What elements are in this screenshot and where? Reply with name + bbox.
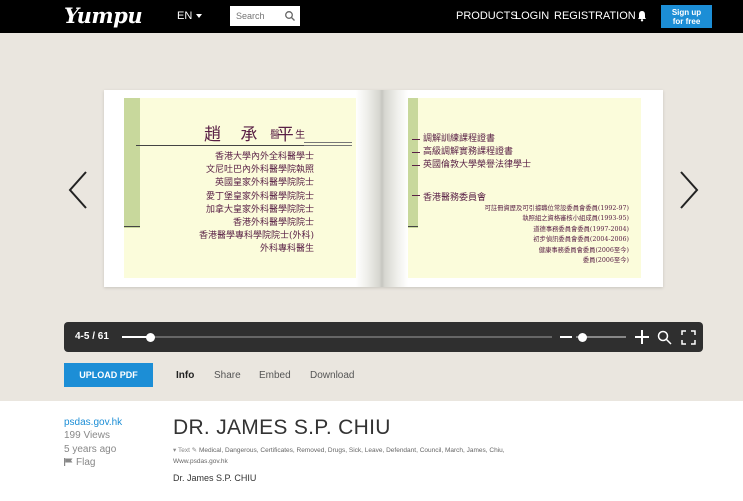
book-spine	[356, 90, 408, 287]
committee-item: 可註冊資歷及可引據職位常設委員會委員(1992-97)	[484, 205, 629, 212]
publisher-link[interactable]: psdas.gov.hk	[64, 417, 122, 428]
credentials-list: 香港大學內外全科醫學士 文尼吐巴內外科醫學院執照 英國皇家外科醫學院院士 愛丁堡…	[199, 151, 314, 257]
next-page-arrow-icon[interactable]	[677, 170, 701, 210]
signup-line-1: Sign up	[671, 8, 702, 17]
language-label: EN	[177, 10, 193, 22]
flag-link[interactable]: Flag	[64, 457, 95, 468]
page-slider-track[interactable]	[122, 336, 552, 338]
tab-embed[interactable]: Embed	[259, 370, 291, 381]
prev-page-arrow-icon[interactable]	[66, 170, 90, 210]
nav-products[interactable]: PRODUCTS	[456, 10, 518, 22]
search-box[interactable]	[230, 6, 300, 26]
page-indicator: 4-5 / 61	[75, 331, 109, 342]
qualification-list: 調解訓練課程證書 高級調解實務課程證書 英國倫敦大學榮譽法律學士	[423, 133, 531, 172]
credential-item: 文尼吐巴內外科醫學院執照	[205, 165, 314, 176]
caret-down-icon	[196, 14, 203, 19]
bell-icon[interactable]	[636, 10, 648, 22]
committee-item: 道德事務委員會委員(1997-2004)	[533, 225, 629, 233]
page-left: 趙 承 平 醫 生 香港大學內外全科醫學士 文尼吐巴內外科醫學院執照 英國皇家外…	[124, 98, 362, 278]
view-count: 199 Views	[64, 430, 110, 441]
qualification-item: 高級調解實務課程證書	[423, 147, 514, 157]
qualification-item: 調解訓練課程證書	[423, 134, 496, 144]
bullet-tick	[412, 195, 420, 196]
credential-item: 英國皇家外科醫學院院士	[214, 178, 314, 189]
committee-title: 香港醫務委員會	[423, 193, 487, 203]
page-slider-handle[interactable]	[145, 333, 155, 342]
nav-login[interactable]: LOGIN	[515, 10, 549, 22]
flag-label: Flag	[76, 457, 96, 468]
qualification-item: 英國倫敦大學榮譽法律學士	[423, 160, 532, 170]
tab-info[interactable]: Info	[176, 370, 194, 381]
nav-registration[interactable]: REGISTRATION	[554, 10, 636, 22]
zoom-out-icon[interactable]	[560, 336, 572, 338]
credential-item: 加拿大皇家外科醫學院院士	[205, 204, 314, 215]
flag-icon	[64, 458, 73, 466]
divider-double-line	[304, 142, 352, 146]
language-selector[interactable]: EN	[177, 10, 203, 22]
tag-type: ▾ Text ✎	[173, 447, 198, 454]
tag-site[interactable]: Www.psdas.gov.hk	[173, 456, 573, 467]
flipbook-spread[interactable]: 趙 承 平 醫 生 香港大學內外全科醫學士 文尼吐巴內外科醫學院執照 英國皇家外…	[104, 90, 663, 287]
document-info-panel: psdas.gov.hk 199 Views 5 years ago Flag …	[0, 401, 743, 501]
yumpu-logo[interactable]: Yumpu	[64, 3, 143, 28]
zoom-slider-handle[interactable]	[578, 333, 587, 342]
signup-button[interactable]: Sign up for free	[661, 5, 712, 28]
tab-share[interactable]: Share	[214, 370, 241, 381]
credential-item: 香港大學內外全科醫學士	[214, 152, 314, 162]
magnifier-icon[interactable]	[657, 330, 672, 345]
bullet-tick	[412, 152, 420, 153]
credential-item: 外科專科醫生	[259, 244, 314, 255]
tag-list: ▾ Text ✎ Medical, Dangerous, Certificate…	[173, 445, 573, 467]
page-right: 調解訓練課程證書 高級調解實務課程證書 英國倫敦大學榮譽法律學士 香港醫務委員會…	[402, 98, 641, 278]
page-left-strip	[124, 98, 140, 228]
committee-item: 委員(2006至今)	[582, 257, 629, 265]
upload-pdf-button[interactable]: UPLOAD PDF	[64, 363, 153, 387]
credential-item: 愛丁堡皇家外科醫學院院士	[205, 191, 314, 202]
credential-item: 香港外科醫學院院士	[232, 218, 314, 229]
fullscreen-icon[interactable]	[681, 330, 696, 345]
bullet-tick	[412, 139, 420, 140]
committee-list: 可註冊資歷及可引據職位常設委員會委員(1992-97) 執照組之資格審核小組成員…	[485, 204, 629, 266]
signup-line-2: for free	[672, 17, 701, 26]
search-icon[interactable]	[284, 10, 296, 22]
committee-item: 健康事務委員會委員(2006至今)	[538, 246, 629, 254]
bullet-tick	[412, 165, 420, 166]
page-left-tick	[124, 226, 140, 227]
document-title: DR. JAMES S.P. CHIU	[173, 416, 391, 439]
search-input[interactable]	[230, 6, 284, 26]
tab-download[interactable]: Download	[310, 370, 354, 381]
viewer-control-bar: 4-5 / 61	[64, 322, 703, 352]
committee-item: 初步偵訊委員會委員(2004-2006)	[533, 236, 629, 244]
tag-type-label: Text	[177, 447, 190, 454]
top-bar: Yumpu EN PRODUCTS LOGIN REGISTRATION Sig…	[0, 0, 743, 33]
tag-items[interactable]: Medical, Dangerous, Certificates, Remove…	[199, 447, 505, 454]
doctor-title: 醫 生	[270, 130, 312, 141]
publish-age: 5 years ago	[64, 444, 117, 455]
credential-item: 香港醫學專科學院院士(外科)	[198, 231, 314, 242]
committee-item: 執照組之資格審核小組成員(1993-95)	[522, 215, 629, 223]
zoom-in-icon[interactable]	[635, 330, 649, 344]
document-description: Dr. James S.P. CHIU	[173, 473, 257, 483]
